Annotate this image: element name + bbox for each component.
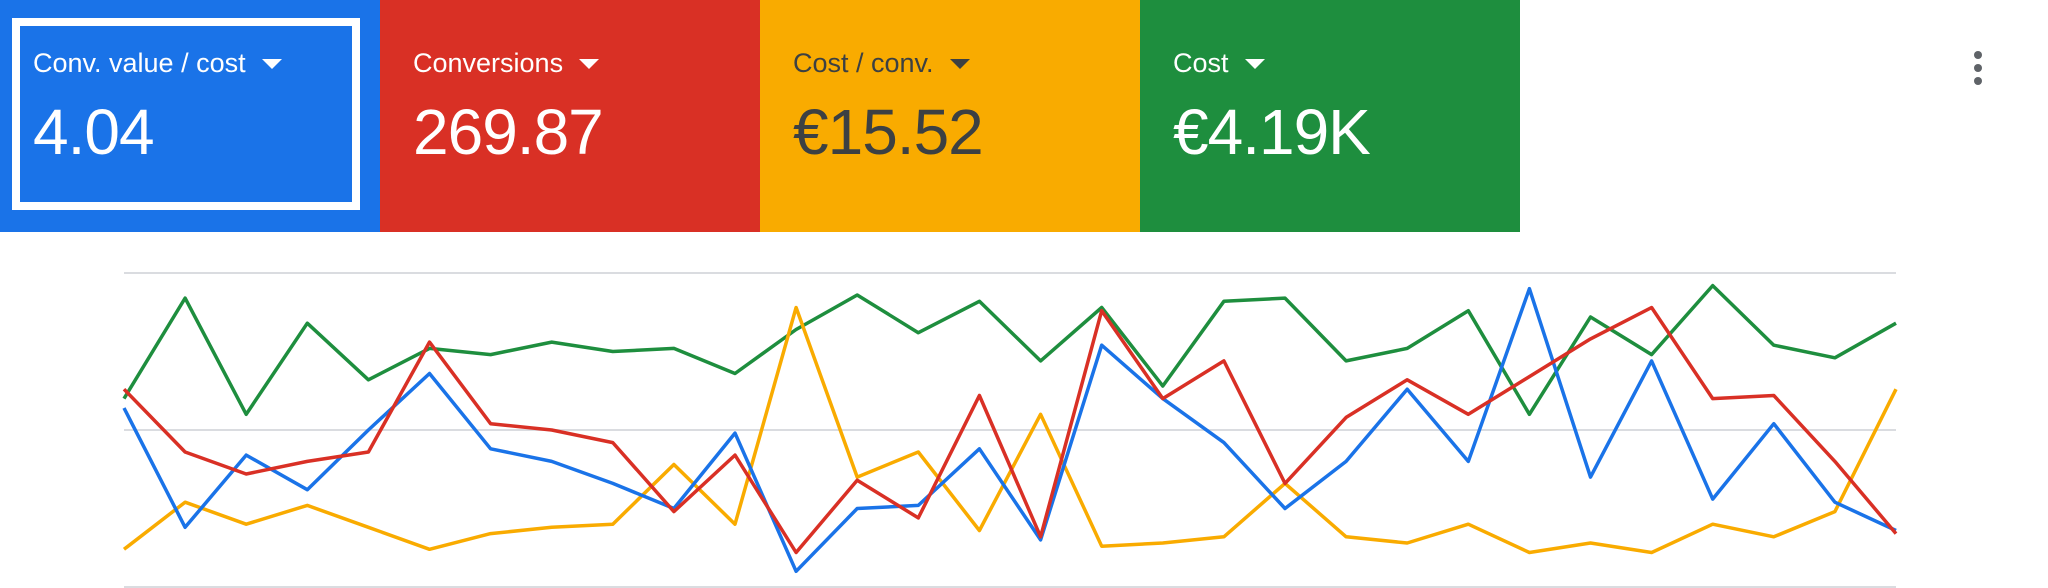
- tile-conversions[interactable]: Conversions 269.87: [380, 0, 760, 232]
- more-vert-icon[interactable]: [1958, 44, 1998, 92]
- tile-value: 269.87: [413, 96, 604, 168]
- tile-label: Conv. value / cost: [33, 48, 246, 78]
- tile-label: Cost: [1173, 48, 1229, 78]
- menu-dot: [1974, 64, 1982, 72]
- tile-header[interactable]: Conv. value / cost: [33, 47, 380, 79]
- tile-cost[interactable]: Cost €4.19K: [1140, 0, 1520, 232]
- tile-value: 4.04: [33, 96, 155, 168]
- caret-down-icon[interactable]: [1244, 59, 1265, 69]
- menu-dot: [1974, 77, 1982, 85]
- tile-header[interactable]: Conversions: [413, 47, 760, 79]
- tile-header[interactable]: Cost: [1173, 47, 1520, 79]
- tile-conv-value-cost[interactable]: Conv. value / cost 4.04: [0, 0, 380, 232]
- caret-down-icon[interactable]: [949, 59, 970, 69]
- series-line-3: [122, 283, 1897, 417]
- tile-cost-per-conv[interactable]: Cost / conv. €15.52: [760, 0, 1140, 232]
- tile-label: Cost / conv.: [793, 48, 934, 78]
- tile-value: €4.19K: [1173, 96, 1371, 168]
- metric-tiles: Conv. value / cost 4.04 Conversions 269.…: [0, 0, 1520, 232]
- tile-value: €15.52: [793, 96, 984, 168]
- tile-label: Conversions: [413, 48, 564, 78]
- line-chart: [122, 272, 1898, 588]
- tile-header[interactable]: Cost / conv.: [793, 47, 1140, 79]
- caret-down-icon[interactable]: [261, 59, 282, 69]
- caret-down-icon[interactable]: [579, 59, 600, 69]
- menu-dot: [1974, 51, 1982, 59]
